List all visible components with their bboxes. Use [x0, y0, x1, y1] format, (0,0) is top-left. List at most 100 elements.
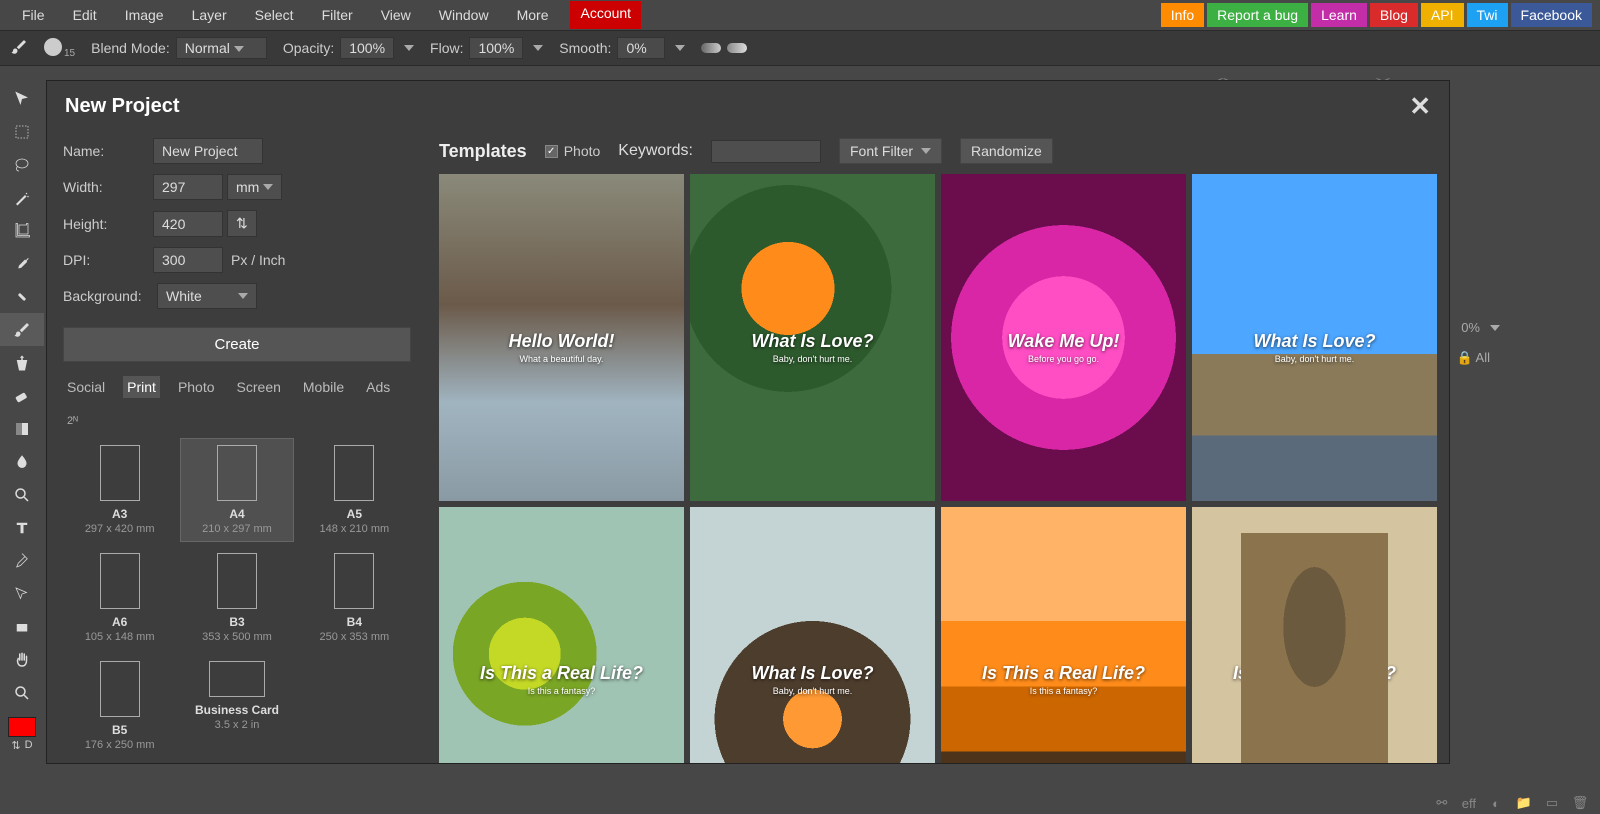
status-eff[interactable]: eff	[1462, 796, 1476, 811]
shape-tool[interactable]	[0, 610, 44, 643]
preset-tab-photo[interactable]: Photo	[174, 376, 219, 398]
smooth-value[interactable]: 0%	[617, 37, 665, 59]
magic-wand-tool[interactable]	[0, 181, 44, 214]
type-tool[interactable]	[0, 511, 44, 544]
photo-checkbox[interactable]: ✓Photo	[545, 143, 601, 159]
menu-account[interactable]: Account	[570, 1, 641, 29]
chevron-down-icon	[263, 184, 273, 190]
default-colors-icon[interactable]: D	[25, 739, 33, 752]
create-button[interactable]: Create	[63, 327, 411, 362]
crop-tool[interactable]	[0, 214, 44, 247]
font-filter-button[interactable]: Font Filter	[839, 138, 942, 164]
template-card-5[interactable]: What Is Love? Baby, don't hurt me.	[690, 507, 935, 763]
preset-a5[interactable]: A5 148 x 210 mm	[298, 438, 411, 542]
pill-report-bug[interactable]: Report a bug	[1207, 3, 1308, 27]
preset-b4[interactable]: B4 250 x 353 mm	[298, 546, 411, 650]
swap-colors-icon[interactable]: ⇅	[11, 739, 20, 752]
template-card-4[interactable]: Is This a Real Life? Is this a fantasy?	[439, 507, 684, 763]
menu-filter[interactable]: Filter	[308, 1, 367, 29]
menu-image[interactable]: Image	[111, 1, 178, 29]
template-card-1[interactable]: What Is Love? Baby, don't hurt me.	[690, 174, 935, 501]
chevron-down-icon[interactable]	[1490, 325, 1500, 331]
lasso-tool[interactable]	[0, 148, 44, 181]
template-subtitle: Baby, don't hurt me.	[1202, 354, 1427, 364]
blur-tool[interactable]	[0, 445, 44, 478]
blend-mode-select[interactable]: Normal	[176, 37, 267, 59]
preset-b5[interactable]: B5 176 x 250 mm	[63, 654, 176, 758]
swap-dimensions-button[interactable]: ⇅	[227, 210, 257, 237]
height-input[interactable]	[153, 211, 223, 237]
right-all-label[interactable]: All	[1476, 350, 1490, 365]
close-button[interactable]: ✕	[1409, 91, 1431, 122]
gradient-tool[interactable]	[0, 412, 44, 445]
template-card-3[interactable]: What Is Love? Baby, don't hurt me.	[1192, 174, 1437, 501]
preset-a6[interactable]: A6 105 x 148 mm	[63, 546, 176, 650]
pill-blog[interactable]: Blog	[1370, 3, 1418, 27]
trash-icon[interactable]: 🗑	[1572, 795, 1588, 811]
width-input[interactable]	[153, 174, 223, 200]
lock-icon[interactable]: 🔒	[1456, 350, 1472, 365]
template-card-0[interactable]: Hello World! What a beautiful day.	[439, 174, 684, 501]
pill-api[interactable]: API	[1421, 3, 1464, 27]
unit-select[interactable]: mm	[227, 174, 282, 200]
pressure-size-icon[interactable]	[727, 43, 747, 53]
pressure-opacity-icon[interactable]	[701, 43, 721, 53]
right-opacity-value[interactable]: 0%	[1461, 320, 1480, 335]
menu-edit[interactable]: Edit	[59, 1, 111, 29]
preset-tab-social[interactable]: Social	[63, 376, 109, 398]
preset-tab-print[interactable]: Print	[123, 376, 160, 398]
rect-select-tool[interactable]	[0, 115, 44, 148]
preset-name: A3	[66, 507, 173, 521]
smooth-caret-icon[interactable]	[675, 45, 685, 51]
eraser-tool[interactable]	[0, 379, 44, 412]
menu-view[interactable]: View	[367, 1, 425, 29]
eyedropper-tool[interactable]	[0, 247, 44, 280]
brush-tool[interactable]	[0, 313, 44, 346]
flow-caret-icon[interactable]	[533, 45, 543, 51]
pill-twitter[interactable]: Twi	[1467, 3, 1508, 27]
dodge-tool[interactable]	[0, 478, 44, 511]
foreground-color-swatch[interactable]	[8, 717, 36, 737]
link-icon[interactable]: ⚯	[1434, 795, 1450, 811]
pill-learn[interactable]: Learn	[1311, 3, 1367, 27]
pill-info[interactable]: Info	[1161, 3, 1204, 27]
template-subtitle: Is this a fantasy?	[449, 686, 674, 696]
preset-b3[interactable]: B3 353 x 500 mm	[180, 546, 293, 650]
hand-tool[interactable]	[0, 643, 44, 676]
dpi-input[interactable]	[153, 247, 223, 273]
preset-tab-ads[interactable]: Ads	[362, 376, 394, 398]
name-input[interactable]	[153, 138, 263, 164]
path-select-tool[interactable]	[0, 577, 44, 610]
preset-a4[interactable]: A4 210 x 297 mm	[180, 438, 293, 542]
menu-layer[interactable]: Layer	[178, 1, 241, 29]
pill-facebook[interactable]: Facebook	[1511, 3, 1592, 27]
menu-more[interactable]: More	[503, 1, 563, 29]
menu-file[interactable]: File	[8, 1, 59, 29]
zoom-tool[interactable]	[0, 676, 44, 709]
move-tool[interactable]	[0, 82, 44, 115]
opacity-caret-icon[interactable]	[404, 45, 414, 51]
menu-select[interactable]: Select	[241, 1, 308, 29]
mask-icon[interactable]: ◐	[1488, 795, 1504, 811]
template-card-7[interactable]: Is This a Real Life? Is this a fantasy?	[1192, 507, 1437, 763]
healing-tool[interactable]	[0, 280, 44, 313]
preset-business-card[interactable]: Business Card 3.5 x 2 in	[180, 654, 293, 758]
menu-window[interactable]: Window	[425, 1, 503, 29]
preset-tab-2n[interactable]: 2ᴺ	[63, 412, 82, 430]
folder-icon[interactable]: 📁	[1516, 795, 1532, 811]
opacity-value[interactable]: 100%	[340, 37, 394, 59]
brush-tool-icon[interactable]	[10, 38, 28, 59]
preset-tab-mobile[interactable]: Mobile	[299, 376, 348, 398]
template-card-6[interactable]: Is This a Real Life? Is this a fantasy?	[941, 507, 1186, 763]
brush-preview[interactable]: 15	[44, 38, 75, 59]
pen-tool[interactable]	[0, 544, 44, 577]
new-icon[interactable]: ▭	[1544, 795, 1560, 811]
keywords-input[interactable]	[711, 140, 821, 163]
randomize-button[interactable]: Randomize	[960, 138, 1053, 164]
flow-value[interactable]: 100%	[469, 37, 523, 59]
preset-tab-screen[interactable]: Screen	[233, 376, 285, 398]
clone-tool[interactable]	[0, 346, 44, 379]
preset-a3[interactable]: A3 297 x 420 mm	[63, 438, 176, 542]
template-card-2[interactable]: Wake Me Up! Before you go go.	[941, 174, 1186, 501]
background-select[interactable]: White	[157, 283, 257, 309]
